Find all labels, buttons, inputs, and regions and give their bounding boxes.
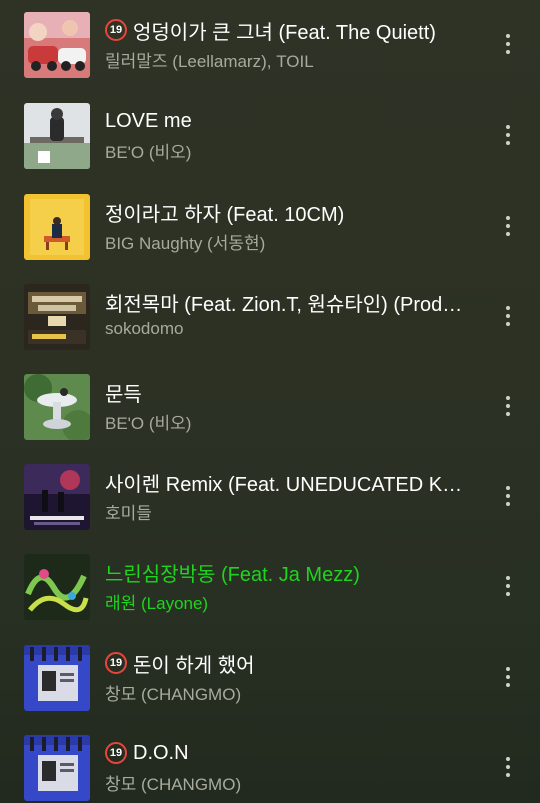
track-row[interactable]: 정이라고 하자 (Feat. 10CM) BIG Naughty (서동현) (0, 181, 540, 271)
track-row[interactable]: 19 D.O.N 창모 (CHANGMO) (0, 722, 540, 803)
track-row[interactable]: 19 엉덩이가 큰 그녀 (Feat. The Quiett) 릴러말즈 (Le… (0, 0, 540, 89)
album-art-green-graffiti[interactable] (24, 554, 90, 620)
track-title: D.O.N (133, 741, 189, 764)
more-options-icon[interactable] (496, 21, 520, 67)
track-artist: sokodomo (105, 319, 184, 338)
track-artist: BE'O (비오) (105, 414, 192, 433)
track-row[interactable]: LOVE me BE'O (비오) (0, 90, 540, 180)
explicit-19-badge: 19 (105, 742, 127, 764)
track-artist: 창모 (CHANGMO) (105, 775, 242, 794)
track-row-now-playing[interactable]: 느린심장박동 (Feat. Ja Mezz) 래원 (Layone) (0, 541, 540, 631)
track-title: 문득 (105, 383, 142, 406)
track-row[interactable]: 19 돈이 하게 했어 창모 (CHANGMO) (0, 632, 540, 722)
album-art-blue-piano[interactable] (24, 735, 90, 801)
track-list: 19 엉덩이가 큰 그녀 (Feat. The Quiett) 릴러말즈 (Le… (0, 0, 540, 803)
album-art-singer-bench[interactable] (24, 103, 90, 169)
track-title: LOVE me (105, 109, 192, 132)
more-options-icon[interactable] (496, 744, 520, 790)
more-options-icon[interactable] (496, 383, 520, 429)
more-options-icon[interactable] (496, 293, 520, 339)
more-options-icon[interactable] (496, 473, 520, 519)
track-artist: BIG Naughty (서동현) (105, 234, 266, 253)
track-row[interactable]: 문득 BE'O (비오) (0, 361, 540, 451)
track-title: 사이렌 Remix (Feat. UNEDUCATED KID, Paul Bl… (105, 473, 465, 496)
explicit-19-badge: 19 (105, 19, 127, 41)
track-title: 엉덩이가 큰 그녀 (Feat. The Quiett) (133, 21, 436, 44)
track-artist: 창모 (CHANGMO) (105, 685, 242, 704)
album-art-blue-piano[interactable] (24, 645, 90, 711)
album-art-yellow-wall[interactable] (24, 194, 90, 260)
track-title: 돈이 하게 했어 (133, 654, 255, 677)
track-title: 회전목마 (Feat. Zion.T, 원슈타인) (Prod. Slom) (105, 293, 465, 316)
more-options-icon[interactable] (496, 563, 520, 609)
album-art-white-sculpture[interactable] (24, 374, 90, 440)
track-title: 정이라고 하자 (Feat. 10CM) (105, 203, 345, 226)
album-art-show-me-the-money[interactable] (24, 284, 90, 350)
more-options-icon[interactable] (496, 112, 520, 158)
album-art-siren-night[interactable] (24, 464, 90, 530)
album-art-cartoon-cars[interactable] (24, 12, 90, 78)
track-artist: 호미들 (105, 504, 152, 523)
track-artist: BE'O (비오) (105, 143, 192, 162)
more-options-icon[interactable] (496, 203, 520, 249)
track-row[interactable]: 사이렌 Remix (Feat. UNEDUCATED KID, Paul Bl… (0, 451, 540, 541)
track-artist: 래원 (Layone) (105, 594, 209, 613)
explicit-19-badge: 19 (105, 652, 127, 674)
track-title: 느린심장박동 (Feat. Ja Mezz) (105, 563, 360, 586)
track-artist: 릴러말즈 (Leellamarz), TOIL (105, 52, 314, 71)
more-options-icon[interactable] (496, 654, 520, 700)
track-row[interactable]: 회전목마 (Feat. Zion.T, 원슈타인) (Prod. Slom) s… (0, 271, 540, 361)
